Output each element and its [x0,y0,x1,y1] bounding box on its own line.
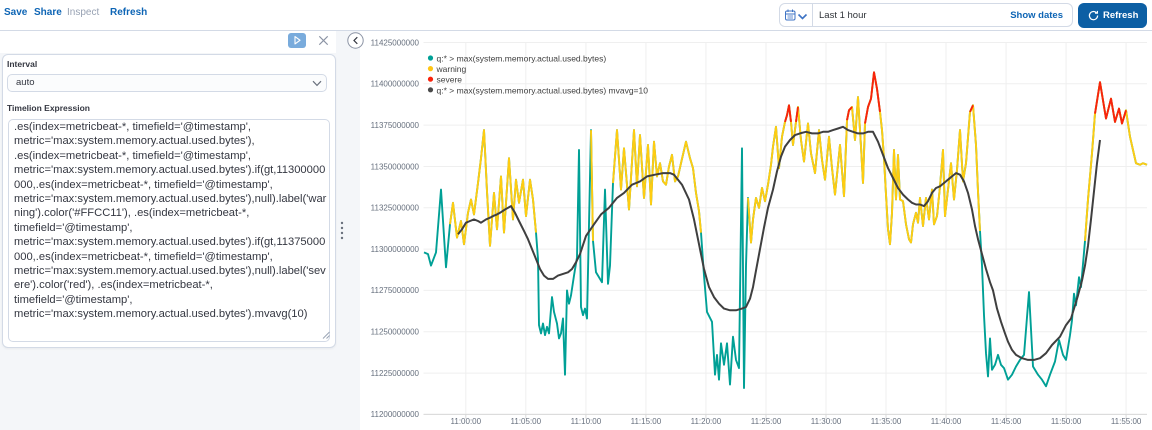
svg-text:11:10:00: 11:10:00 [571,417,602,426]
svg-text:warning: warning [436,64,467,74]
svg-text:11:25:00: 11:25:00 [751,417,782,426]
svg-text:11:00:00: 11:00:00 [451,417,482,426]
svg-text:11425000000: 11425000000 [371,38,420,47]
svg-text:q:* > max(system.memory.actual: q:* > max(system.memory.actual.used.byte… [437,54,607,64]
svg-text:11275000000: 11275000000 [371,286,420,295]
svg-text:11:30:00: 11:30:00 [811,417,842,426]
svg-text:11:15:00: 11:15:00 [631,417,662,426]
svg-text:11400000000: 11400000000 [371,80,420,89]
svg-text:11:05:00: 11:05:00 [511,417,542,426]
svg-text:11350000000: 11350000000 [371,162,420,171]
svg-text:11:50:00: 11:50:00 [1051,417,1082,426]
svg-text:11:35:00: 11:35:00 [871,417,902,426]
svg-text:11225000000: 11225000000 [371,369,420,378]
svg-text:11250000000: 11250000000 [371,328,420,337]
svg-text:11:40:00: 11:40:00 [931,417,962,426]
svg-text:q:* > max(system.memory.actual: q:* > max(system.memory.actual.used.byte… [437,85,649,95]
svg-text:11325000000: 11325000000 [371,204,420,213]
svg-text:11:20:00: 11:20:00 [691,417,722,426]
svg-text:severe: severe [437,75,463,85]
svg-text:11:55:00: 11:55:00 [1111,417,1142,426]
svg-text:11200000000: 11200000000 [371,410,420,419]
svg-text:11375000000: 11375000000 [371,121,420,130]
svg-text:11300000000: 11300000000 [371,245,420,254]
svg-text:11:45:00: 11:45:00 [991,417,1022,426]
